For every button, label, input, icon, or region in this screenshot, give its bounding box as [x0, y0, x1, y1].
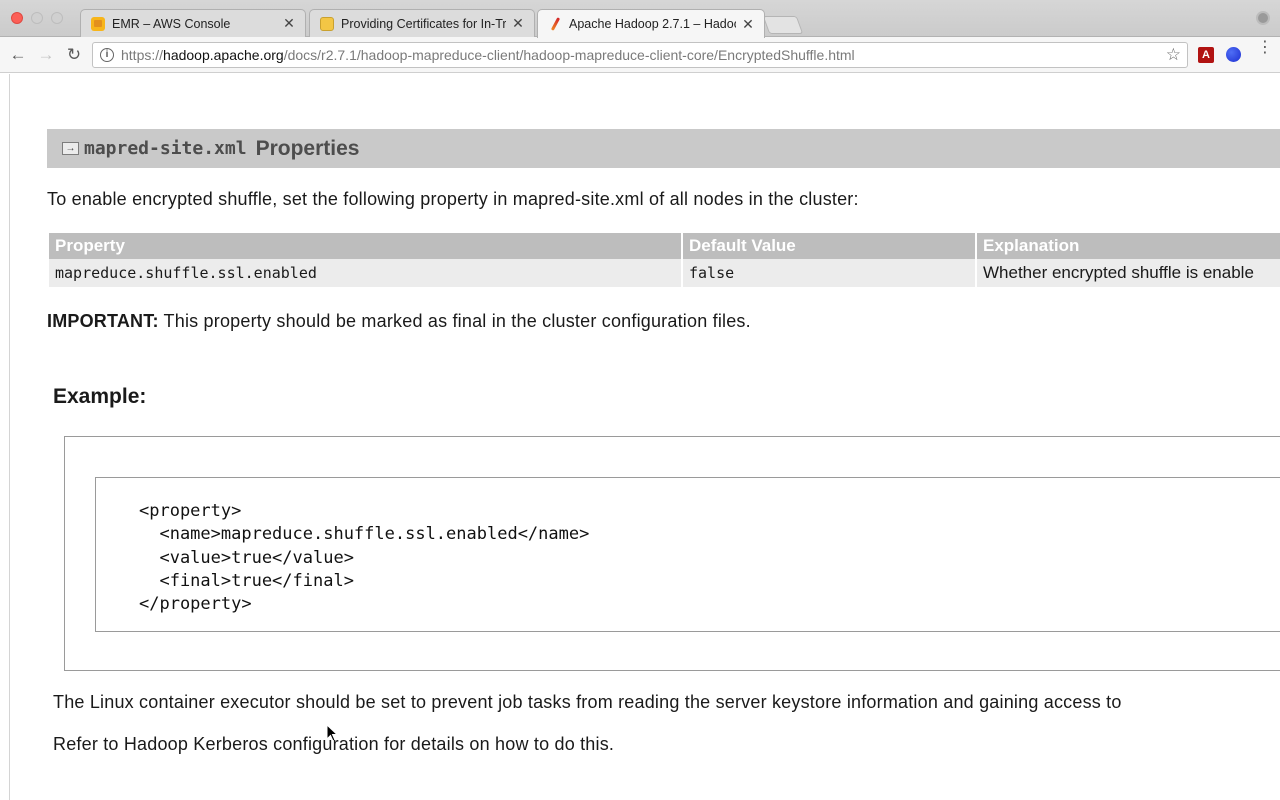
left-divider — [9, 74, 10, 800]
section-heading: → mapred-site.xml Properties — [47, 129, 1280, 168]
address-bar[interactable]: i https://hadoop.apache.org/docs/r2.7.1/… — [92, 42, 1188, 68]
tab-strip: EMR – AWS Console ✕ Providing Certificat… — [0, 0, 1280, 38]
browser-menu-icon[interactable]: ⋮ — [1257, 40, 1273, 56]
window-minimize-button[interactable] — [31, 12, 43, 24]
info-icon[interactable]: i — [100, 48, 114, 62]
tab-emr-console[interactable]: EMR – AWS Console ✕ — [80, 9, 306, 37]
section-title: Properties — [255, 136, 360, 160]
hadoop-feather-icon — [548, 17, 562, 31]
code-block: <property> <name>mapreduce.shuffle.ssl.e… — [95, 477, 1280, 632]
tab-title: EMR – AWS Console — [112, 16, 231, 31]
bookmark-star-icon[interactable]: ☆ — [1166, 45, 1181, 65]
forward-arrow-icon[interactable]: → — [36, 45, 56, 65]
url-path: /docs/r2.7.1/hadoop-mapreduce-client/had… — [283, 47, 855, 63]
code-line: </property> — [139, 594, 252, 615]
important-note: IMPORTANT: This property should be marke… — [47, 311, 751, 332]
window-close-button[interactable] — [11, 12, 23, 24]
tab-close-icon[interactable]: ✕ — [742, 16, 754, 33]
new-tab-button[interactable] — [762, 16, 804, 34]
explanation-cell: Whether encrypted shuffle is enable — [977, 259, 1280, 287]
important-text: This property should be marked as final … — [158, 311, 751, 331]
tab-providing-certificates[interactable]: Providing Certificates for In-Tr ✕ — [309, 9, 535, 37]
example-box: <property> <name>mapreduce.shuffle.ssl.e… — [64, 436, 1280, 671]
url-host: hadoop.apache.org — [163, 47, 284, 63]
intro-paragraph: To enable encrypted shuffle, set the fol… — [47, 189, 859, 209]
window-zoom-button[interactable] — [51, 12, 63, 24]
aws-icon — [91, 16, 105, 31]
table-header-row: Property Default Value Explanation — [49, 233, 1280, 259]
code-line: <property> — [139, 501, 242, 521]
tab-close-icon[interactable]: ✕ — [283, 15, 295, 32]
column-header: Property — [49, 233, 681, 259]
page-content: → mapred-site.xml Properties To enable e… — [0, 74, 1280, 800]
properties-table: Property Default Value Explanation mapre… — [47, 233, 1280, 287]
back-arrow-icon[interactable]: ← — [8, 45, 28, 65]
table-row: mapreduce.shuffle.ssl.enabled false Whet… — [49, 259, 1280, 287]
important-label: IMPORTANT: — [47, 311, 159, 331]
code-line: <name>mapreduce.shuffle.ssl.enabled</nam… — [139, 524, 590, 545]
tab-apache-hadoop[interactable]: Apache Hadoop 2.7.1 – Hadoo ✕ — [537, 9, 765, 38]
linux-executor-paragraph: The Linux container executor should be s… — [53, 692, 1122, 712]
example-heading: Example: — [53, 385, 147, 408]
url-scheme: https:// — [121, 47, 164, 63]
tab-title: Apache Hadoop 2.7.1 – Hadoo — [569, 17, 736, 31]
code-line: <final>true</final> — [139, 570, 354, 591]
acrobat-extension-icon[interactable]: A — [1198, 47, 1214, 63]
default-value-cell: false — [683, 259, 975, 287]
tab-title: Providing Certificates for In-Tr — [341, 16, 506, 31]
column-header: Explanation — [977, 233, 1280, 259]
property-cell: mapreduce.shuffle.ssl.enabled — [49, 259, 681, 287]
kerberos-reference-paragraph: Refer to Hadoop Kerberos configuration f… — [53, 734, 615, 754]
code-line: <value>true</value> — [139, 547, 354, 568]
anchor-link-icon[interactable]: → — [62, 142, 79, 155]
browser-toolbar: ← → ↻ i https://hadoop.apache.org/docs/r… — [0, 37, 1280, 73]
section-code-title: mapred-site.xml — [84, 138, 247, 159]
extension-icon[interactable] — [1226, 47, 1241, 62]
column-header: Default Value — [683, 233, 975, 259]
reload-icon[interactable]: ↻ — [64, 45, 84, 65]
tab-close-icon[interactable]: ✕ — [512, 15, 524, 32]
profile-icon[interactable] — [1256, 11, 1270, 25]
document-icon — [320, 16, 334, 31]
